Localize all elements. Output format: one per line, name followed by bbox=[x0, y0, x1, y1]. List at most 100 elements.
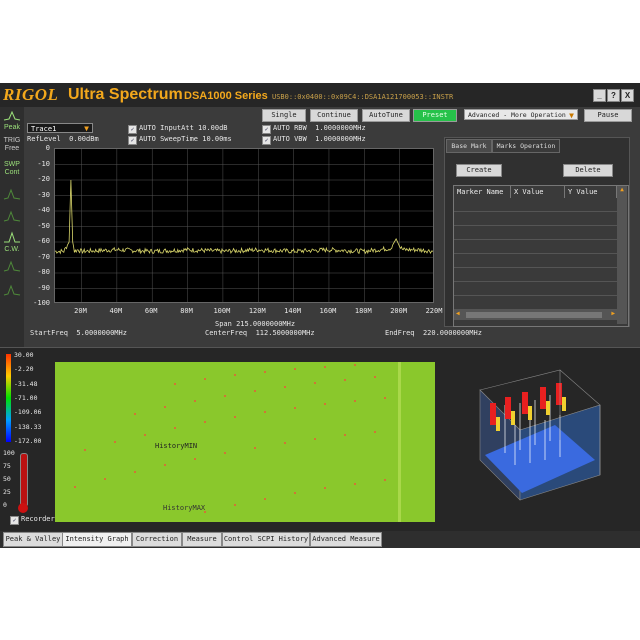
center-freq-label: CenterFreq bbox=[205, 329, 248, 337]
vbw-value: 1.0000000MHz bbox=[315, 135, 366, 143]
recorder-tick-label: 75 bbox=[3, 462, 11, 470]
sidebar-sweep[interactable]: SWP Cont bbox=[2, 161, 22, 185]
y-tick-label: -10 bbox=[37, 159, 50, 168]
dropdown-arrow-icon: ▼ bbox=[569, 111, 574, 120]
sidebar-tool-3[interactable] bbox=[2, 259, 22, 283]
sidebar-trigger[interactable]: TRIG Free bbox=[2, 137, 22, 161]
x-tick-label: 100M bbox=[213, 307, 231, 315]
checkbox-checked-icon[interactable]: ✓ bbox=[10, 516, 19, 525]
tab-marks-operation[interactable]: Marks Operation bbox=[492, 139, 560, 153]
sidebar-tool-2[interactable] bbox=[2, 209, 22, 233]
tab-measure[interactable]: Measure bbox=[182, 532, 222, 547]
vbw-setting[interactable]: ✓ AUTO VBW 1.0000000MHz bbox=[262, 135, 366, 145]
recorder-tick-label: 25 bbox=[3, 488, 11, 496]
waterfall-3d-plot[interactable] bbox=[460, 365, 610, 505]
column-header[interactable]: X Value bbox=[511, 186, 565, 198]
app-window: RIGOL Ultra Spectrum DSA1000 Series USB0… bbox=[0, 83, 640, 548]
scroll-left-icon[interactable]: ◀ bbox=[456, 310, 460, 317]
product-name: Ultra Spectrum bbox=[68, 86, 183, 103]
recorder-tick-label: 100 bbox=[3, 449, 15, 457]
tab-intensity-graph[interactable]: Intensity Graph bbox=[62, 532, 132, 547]
x-tick-label: 120M bbox=[248, 307, 266, 315]
checkbox-checked-icon[interactable]: ✓ bbox=[128, 136, 137, 145]
ref-level-label: RefLevel bbox=[27, 135, 61, 143]
minimize-button[interactable]: _ bbox=[593, 89, 606, 102]
x-tick-label: 20M bbox=[74, 307, 87, 315]
scroll-right-icon[interactable]: ▶ bbox=[611, 310, 615, 317]
auto-rbw-label: AUTO RBW bbox=[273, 124, 307, 132]
checkbox-checked-icon[interactable]: ✓ bbox=[128, 125, 137, 134]
rbw-value: 1.0000000MHz bbox=[315, 124, 366, 132]
autotune-button[interactable]: AutoTune bbox=[362, 109, 410, 122]
y-tick-label: 0 bbox=[45, 144, 50, 152]
preset-button[interactable]: Preset bbox=[413, 109, 457, 122]
sweeptime-setting[interactable]: ✓ AUTO SweepTime 10.00ms bbox=[128, 135, 232, 145]
checkbox-checked-icon[interactable]: ✓ bbox=[262, 136, 271, 145]
end-freq-label: EndFreq bbox=[385, 329, 415, 337]
span-value: 215.0000000MHz bbox=[236, 320, 296, 328]
advanced-dropdown-label: Advanced - More Operation bbox=[468, 111, 566, 119]
recorder-toggle[interactable]: ✓ Recorder bbox=[10, 515, 55, 525]
trace-select[interactable]: Trace1 ▼ bbox=[27, 123, 93, 133]
advanced-dropdown[interactable]: Advanced - More Operation ▼ bbox=[464, 109, 578, 120]
end-freq-value: 220.0000000MHz bbox=[422, 329, 482, 337]
end-freq: EndFreq 220.0000000MHz bbox=[385, 329, 482, 338]
intensity-graph[interactable]: HistoryMIN HistoryMAX bbox=[55, 362, 435, 522]
scroll-up-icon[interactable]: ▲ bbox=[617, 186, 627, 193]
scale-label: -138.33 bbox=[14, 422, 42, 431]
tab-control-scpi-history[interactable]: Control SCPI History bbox=[222, 532, 310, 547]
close-button[interactable]: X bbox=[621, 89, 634, 102]
x-tick-label: 200M bbox=[390, 307, 408, 315]
sidebar-label: SWP Cont bbox=[4, 161, 20, 176]
sidebar-cw[interactable]: C.W. bbox=[2, 231, 22, 255]
single-button[interactable]: Single bbox=[262, 109, 306, 122]
x-tick-label: 80M bbox=[180, 307, 193, 315]
inputatt-value: 10.00dB bbox=[198, 124, 228, 132]
color-scale-bar bbox=[6, 354, 11, 442]
ref-level-value: 0.00dBm bbox=[69, 135, 99, 143]
tab-peak-valley[interactable]: Peak & Valley bbox=[3, 532, 63, 547]
sidebar-tool-1[interactable] bbox=[2, 187, 22, 211]
tab-base-mark[interactable]: Base Mark bbox=[446, 139, 492, 153]
scale-label: 30.00 bbox=[14, 351, 34, 359]
x-tick-label: 160M bbox=[319, 307, 337, 315]
spectrum-plot[interactable] bbox=[54, 148, 434, 303]
scale-label: -2.20 bbox=[14, 365, 34, 374]
checkbox-checked-icon[interactable]: ✓ bbox=[262, 125, 271, 134]
marker-table[interactable]: Marker Name X Value Y Value ▲ ◀ ▶ bbox=[453, 185, 629, 327]
delete-marker-button[interactable]: Delete bbox=[563, 164, 613, 177]
column-header[interactable]: Marker Name bbox=[454, 186, 511, 198]
usb-resource: USB0::0x0400::0x09C4::DSA1A121700053::IN… bbox=[272, 93, 454, 101]
tab-correction[interactable]: Correction bbox=[132, 532, 182, 547]
rbw-setting[interactable]: ✓ AUTO RBW 1.0000000MHz bbox=[262, 124, 366, 134]
help-button[interactable]: ? bbox=[607, 89, 620, 102]
dropdown-arrow-icon: ▼ bbox=[84, 124, 89, 133]
recorder-gauge-bulb bbox=[18, 503, 28, 513]
waveform-icon bbox=[3, 260, 21, 272]
auto-vbw-label: AUTO VBW bbox=[273, 135, 307, 143]
x-tick-label: 140M bbox=[284, 307, 302, 315]
brand-logo: RIGOL bbox=[3, 85, 59, 104]
sidebar-tool-4[interactable] bbox=[2, 283, 22, 307]
y-tick-label: -70 bbox=[37, 252, 50, 261]
center-freq-value: 112.5000000MHz bbox=[255, 329, 315, 337]
create-marker-button[interactable]: Create bbox=[456, 164, 502, 177]
y-tick-label: -60 bbox=[37, 237, 50, 245]
x-tick-label: 180M bbox=[354, 307, 372, 315]
vertical-scrollbar[interactable]: ▲ bbox=[617, 186, 627, 324]
left-sidebar: Peak TRIG Free SWP Cont C.W. bbox=[0, 107, 24, 347]
x-tick-label: 60M bbox=[144, 307, 158, 315]
horizontal-scrollbar[interactable]: ◀ ▶ bbox=[454, 310, 617, 320]
tab-advanced-measure[interactable]: Advanced Measure bbox=[310, 532, 382, 547]
recorder-tick-label: 50 bbox=[3, 475, 11, 483]
y-tick-label: -40 bbox=[37, 206, 50, 214]
y-tick-label: -50 bbox=[37, 221, 50, 230]
pause-button[interactable]: Pause bbox=[584, 109, 632, 122]
column-header[interactable]: Y Value bbox=[565, 186, 617, 198]
inputatt-setting[interactable]: ✓ AUTO InputAtt 10.00dB bbox=[128, 124, 228, 134]
scrollbar-thumb[interactable] bbox=[466, 312, 602, 318]
title-bar: RIGOL Ultra Spectrum DSA1000 Series USB0… bbox=[0, 83, 640, 107]
x-tick-label: 40M bbox=[109, 307, 123, 315]
sidebar-peak[interactable]: Peak bbox=[2, 110, 22, 135]
continue-button[interactable]: Continue bbox=[310, 109, 358, 122]
